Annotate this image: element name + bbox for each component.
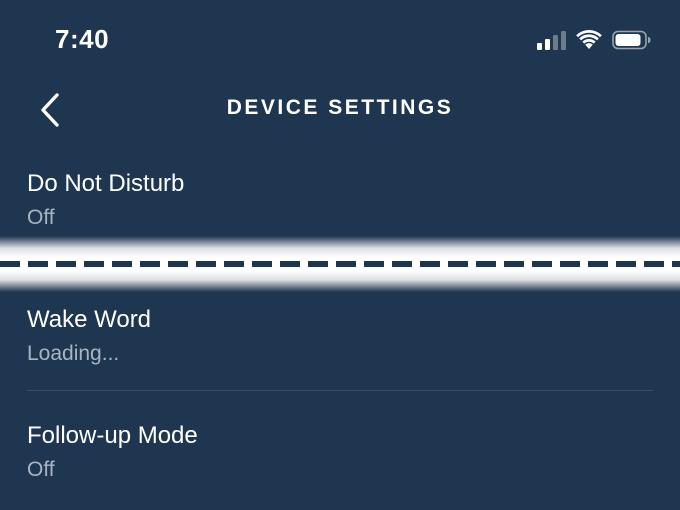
setting-value: Off [27,458,55,481]
setting-title: Follow-up Mode [27,422,198,449]
status-icons [537,30,652,50]
divider [27,390,653,391]
status-bar: 7:40 [0,0,680,80]
page-title: DEVICE SETTINGS [226,96,454,119]
setting-value: Off [27,206,55,229]
setting-wake-word[interactable]: Wake Word Loading... [0,296,680,390]
wifi-icon [576,30,602,49]
battery-icon [612,30,651,50]
setting-value: Loading... [27,342,120,365]
header: DEVICE SETTINGS [0,80,680,140]
setting-do-not-disturb[interactable]: Do Not Disturb Off [0,160,680,240]
device-settings-screen: 7:40 DEVICE SETTINGS Do Not Disturb Off … [0,0,680,510]
cut-line [0,261,680,267]
setting-title: Do Not Disturb [27,170,185,197]
setting-title: Wake Word [27,306,152,333]
cellular-signal-icon [537,30,566,50]
setting-follow-up-mode[interactable]: Follow-up Mode Off [0,412,680,502]
status-time: 7:40 [55,24,110,54]
